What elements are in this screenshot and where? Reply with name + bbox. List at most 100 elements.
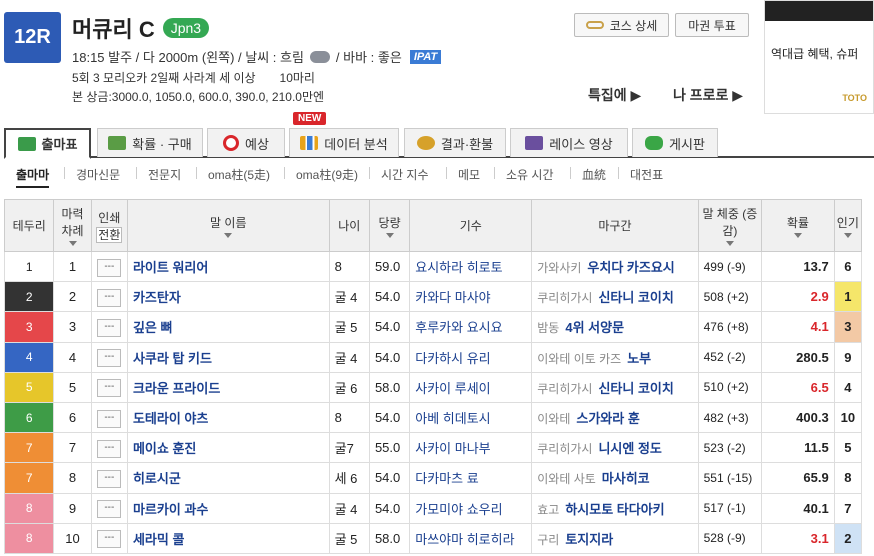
mark-cell: --- (90, 250, 128, 283)
ticket-vote-button[interactable]: 마권 투표 (675, 13, 749, 37)
body-weight: 517 (-1) (697, 492, 763, 524)
trainer-link[interactable]: 4위 서양문 (565, 320, 624, 335)
tab-race-video[interactable]: 레이스 영상 (510, 128, 628, 157)
odds-value: 4.1 (761, 311, 835, 343)
frame-number: 4 (3, 341, 55, 373)
horse-name-link[interactable]: 히로시군 (126, 462, 330, 494)
trainer-link[interactable]: 노부 (627, 351, 651, 366)
table-row: 6 6 --- 도테라이 야츠 8 54.0 아베 히데토시 이와테 스가와라 훈 482 (+3… (3, 401, 863, 434)
jockey-link[interactable]: 카와다 마사야 (409, 281, 533, 313)
mark-selector[interactable]: --- (97, 469, 122, 488)
subnav-bloodline[interactable]: 血統 (582, 166, 606, 183)
carried-weight: 54.0 (368, 341, 411, 373)
horse-name-link[interactable]: 세라믹 콜 (126, 522, 330, 554)
horse-name-link[interactable]: 도테라이 야츠 (126, 401, 330, 434)
advertisement[interactable]: 역대급 혜택, 슈퍼 TOTO (764, 0, 874, 114)
header-body-weight[interactable]: 말 체중 (증감) (697, 199, 763, 252)
trainer-cell: 쿠리히가시 니시엔 정도 (531, 432, 699, 464)
tab-odds-buy[interactable]: 확률 · 구매 (97, 128, 203, 157)
popularity-rank: 3 (833, 311, 863, 343)
mark-selector[interactable]: --- (97, 288, 122, 307)
mark-cell: --- (90, 432, 128, 464)
mark-selector[interactable]: --- (97, 349, 122, 368)
tab-entry-table[interactable]: 출마표 (4, 128, 91, 159)
subnav-owner-time[interactable]: 소유 시간 (506, 166, 554, 183)
trainer-cell: 쿠리히가시 신타니 코이치 (531, 371, 699, 403)
sort-arrow-icon (224, 232, 233, 238)
course-detail-button[interactable]: 코스 상세 (574, 13, 669, 37)
trainer-link[interactable]: 우치다 카즈요시 (587, 260, 674, 275)
jockey-link[interactable]: 다카하시 유리 (409, 341, 533, 373)
horse-name-link[interactable]: 메이쇼 훈진 (126, 432, 330, 464)
jockey-link[interactable]: 후루카와 요시요 (409, 311, 533, 343)
odds-value: 400.3 (761, 401, 835, 434)
subnav-matchup[interactable]: 대전표 (630, 166, 663, 183)
mark-selector[interactable]: --- (97, 318, 122, 337)
jockey-link[interactable]: 가모미야 쇼우리 (409, 492, 533, 524)
odds-value: 13.7 (761, 250, 835, 283)
header-horse-number[interactable]: 마력 차례 (53, 199, 92, 252)
body-weight: 551 (-15) (697, 462, 763, 494)
horse-name-link[interactable]: 크라운 프라이드 (126, 371, 330, 403)
subnav-entry[interactable]: 출마마 (16, 166, 50, 188)
jockey-link[interactable]: 사카이 마나부 (409, 432, 533, 464)
trainer-link[interactable]: 신타니 코이치 (598, 381, 673, 396)
tab-data-analysis[interactable]: 데이터 분석 (289, 128, 399, 157)
header-jockey: 기수 (409, 199, 533, 252)
sort-arrow-icon (385, 232, 394, 238)
carried-weight: 59.0 (368, 250, 411, 283)
jockey-link[interactable]: 사카이 루세이 (409, 371, 533, 403)
popularity-rank: 5 (833, 432, 863, 464)
next-race-link[interactable]: 나 프로로 ▶ (673, 85, 743, 105)
subnav-time-index[interactable]: 시간 지수 (381, 166, 429, 183)
carried-weight: 55.0 (368, 432, 411, 464)
trainer-link[interactable]: 스가와라 훈 (576, 411, 639, 426)
mark-selector[interactable]: --- (97, 530, 122, 549)
special-link[interactable]: 특집에 ▶ (588, 85, 641, 105)
jockey-link[interactable]: 아베 히데토시 (409, 401, 533, 434)
trainer-link[interactable]: 하시모토 타다아키 (565, 502, 664, 517)
horse-age: 세 6 (328, 462, 370, 494)
subnav-oma9[interactable]: oma柱(9走) (296, 166, 358, 183)
subnav-expert[interactable]: 전문지 (148, 166, 181, 183)
race-name: 머큐리 C (72, 17, 155, 42)
jockey-link[interactable]: 요시하라 히로토 (409, 250, 533, 283)
mark-cell: --- (90, 522, 128, 554)
header-horse-name[interactable]: 말 이름 (126, 199, 330, 252)
mark-selector[interactable]: --- (97, 500, 122, 519)
table-row: 7 7 --- 메이쇼 훈진 굴7 55.0 사카이 마나부 쿠리히가시 니시엔 정도 523 (… (3, 432, 863, 464)
ipat-badge[interactable]: IPAT (409, 49, 442, 64)
tab-results-refund[interactable]: 결과·환불 (404, 128, 506, 157)
mark-selector[interactable]: --- (97, 379, 122, 398)
trainer-link[interactable]: 마사히코 (602, 471, 650, 486)
trainer-link[interactable]: 신타니 코이치 (598, 290, 673, 305)
horse-name-link[interactable]: 깊은 뼈 (126, 311, 330, 343)
tab-prediction[interactable]: 예상 (207, 128, 285, 157)
trainer-link[interactable]: 니시엔 정도 (598, 441, 661, 456)
header-popularity[interactable]: 인기 (833, 199, 863, 252)
trainer-link[interactable]: 토지지라 (565, 532, 613, 547)
horse-age: 굴 5 (328, 522, 370, 554)
horse-name-link[interactable]: 사쿠라 탑 키드 (126, 341, 330, 373)
table-row: 5 5 --- 크라운 프라이드 굴 6 58.0 사카이 루세이 쿠리히가시 신타니 코이치 5… (3, 371, 863, 403)
jockey-link[interactable]: 마쓰야마 히로히라 (409, 522, 533, 554)
horse-name-link[interactable]: 라이트 워리어 (126, 250, 330, 283)
horse-name-link[interactable]: 마르카이 과수 (126, 492, 330, 524)
sort-arrow-icon (843, 232, 852, 238)
mark-selector[interactable]: --- (97, 439, 122, 458)
switch-button[interactable]: 전환 (96, 226, 123, 243)
mark-selector[interactable]: --- (97, 409, 122, 428)
header-odds[interactable]: 확률 (761, 199, 835, 252)
mark-selector[interactable]: --- (97, 258, 122, 277)
header-weight[interactable]: 당량 (368, 199, 411, 252)
jockey-link[interactable]: 다카마츠 료 (409, 462, 533, 494)
header-print-mark[interactable]: 인쇄 전환 (90, 199, 128, 252)
tab-board[interactable]: 게시판 (632, 128, 718, 157)
subnav-newspaper[interactable]: 경마신문 (76, 166, 120, 183)
horse-name-link[interactable]: 카즈탄자 (126, 281, 330, 313)
subnav-oma5[interactable]: oma柱(5走) (208, 166, 270, 183)
trainer-cell: 쿠리히가시 신타니 코이치 (531, 281, 699, 313)
track-state: / 바바 : 좋은 (335, 50, 402, 65)
subnav-memo[interactable]: 메모 (458, 166, 480, 183)
table-header-row: 테두리 마력 차례 인쇄 전환 말 이름 나이 당량 기수 마구간 말 체중 (증… (3, 199, 863, 252)
